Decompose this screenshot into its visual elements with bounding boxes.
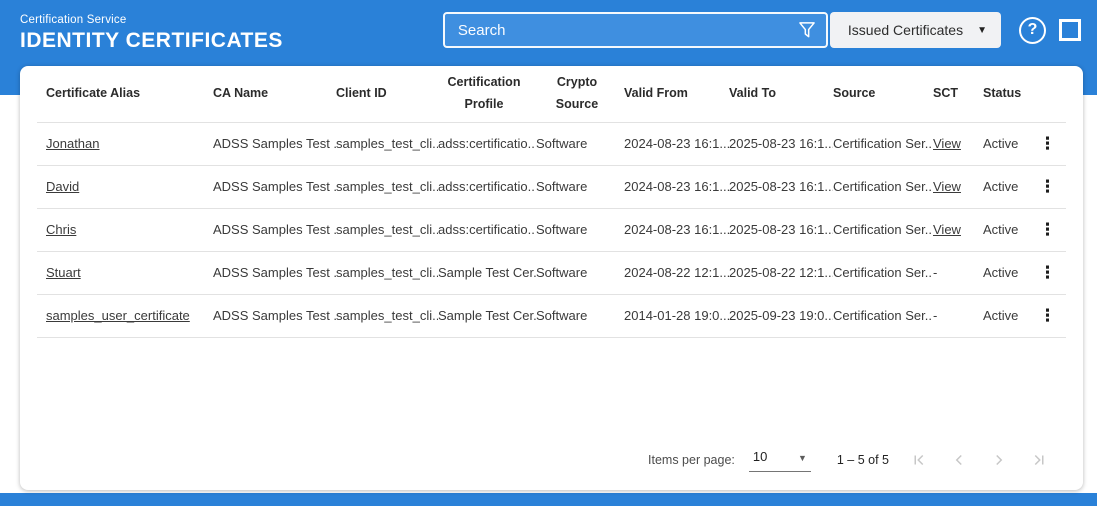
row-menu-button[interactable]: ⋮ <box>1039 220 1056 239</box>
table-row: samples_user_certificate ADSS Samples Tes… <box>37 294 1066 338</box>
cell-client_id: samples_test_cli... <box>336 308 438 323</box>
cell-crypto: Software <box>536 136 588 151</box>
cell-status: Active <box>983 222 1019 237</box>
column-header-valid_to: Valid To <box>729 66 833 123</box>
cell-client_id: samples_test_cli... <box>336 265 438 280</box>
certificates-table: Certificate Alias CA Name Client ID Certifi… <box>37 66 1066 338</box>
cell-sct: - <box>933 265 938 280</box>
search-input[interactable] <box>444 14 826 46</box>
table-row: Jonathan ADSS Samples Test ... samples_tes… <box>37 122 1066 166</box>
cell-ca_name: ADSS Samples Test ... <box>213 179 336 194</box>
last-page-button[interactable] <box>1019 448 1059 472</box>
certificates-card: Certificate Alias CA Name Client ID Certifi… <box>20 66 1083 490</box>
footer-accent-bar <box>0 493 1097 506</box>
certificate-alias-link[interactable]: Jonathan <box>46 136 100 151</box>
column-header-profile: Certification Profile <box>438 66 536 123</box>
cell-ca_name: ADSS Samples Test ... <box>213 265 336 280</box>
certificate-alias-link[interactable]: Chris <box>46 222 76 237</box>
page-range-label: 1 – 5 of 5 <box>836 453 889 467</box>
sct-view-link[interactable]: View <box>933 136 961 151</box>
paginator: Items per page: 10 ▼ 1 – 5 of 5 <box>648 448 1059 472</box>
cell-ca_name: ADSS Samples Test ... <box>213 136 336 151</box>
column-header-status: Status <box>983 66 1039 123</box>
header-titles: Certification Service IDENTITY CERTIFICA… <box>20 12 283 53</box>
cell-valid_from: 2024-08-23 16:1... <box>624 136 729 151</box>
cell-valid_from: 2014-01-28 19:0... <box>624 308 729 323</box>
cell-valid_from: 2024-08-22 12:1... <box>624 265 729 280</box>
cell-crypto: Software <box>536 265 588 280</box>
cell-profile: adss:certificatio... <box>438 136 536 151</box>
column-header-valid_from: Valid From <box>624 66 729 123</box>
column-header-alias: Certificate Alias <box>37 66 213 123</box>
sct-view-link[interactable]: View <box>933 179 961 194</box>
sct-view-link[interactable]: View <box>933 222 961 237</box>
cell-valid_to: 2025-08-23 16:1... <box>729 179 833 194</box>
window-icon[interactable] <box>1059 19 1081 41</box>
column-header-crypto: Crypto Source <box>536 66 624 123</box>
cell-source: Certification Ser... <box>833 136 933 151</box>
next-page-button[interactable] <box>979 448 1019 472</box>
service-label: Certification Service <box>20 14 127 26</box>
cell-client_id: samples_test_cli... <box>336 136 438 151</box>
cell-status: Active <box>983 308 1019 323</box>
cell-sct: - <box>933 308 938 323</box>
row-menu-button[interactable]: ⋮ <box>1039 134 1056 153</box>
previous-page-button[interactable] <box>939 448 979 472</box>
items-per-page-select[interactable]: 10 ▼ <box>748 448 811 472</box>
cell-source: Certification Ser... <box>833 308 933 323</box>
table-header-row: Certificate Alias CA Name Client ID Certifi… <box>37 66 1066 123</box>
cell-valid_to: 2025-08-23 16:1... <box>729 222 833 237</box>
cell-status: Active <box>983 136 1019 151</box>
row-menu-button[interactable]: ⋮ <box>1039 177 1056 196</box>
cell-valid_to: 2025-09-23 19:0... <box>729 308 833 323</box>
cell-profile: Sample Test Cer... <box>438 265 536 280</box>
help-icon[interactable]: ? <box>1019 16 1046 44</box>
cell-valid_to: 2025-08-23 16:1... <box>729 136 833 151</box>
row-menu-button[interactable]: ⋮ <box>1039 263 1056 282</box>
first-page-button[interactable] <box>899 448 939 472</box>
column-header-ca_name: CA Name <box>213 66 336 123</box>
cell-profile: adss:certificatio... <box>438 179 536 194</box>
cell-ca_name: ADSS Samples Test ... <box>213 308 336 323</box>
certificate-alias-link[interactable]: David <box>46 179 79 194</box>
cell-crypto: Software <box>536 222 588 237</box>
certificate-type-dropdown[interactable]: Issued Certificates ▼ <box>829 12 1001 48</box>
cell-source: Certification Ser... <box>833 179 933 194</box>
cell-client_id: samples_test_cli... <box>336 222 438 237</box>
cell-crypto: Software <box>536 179 588 194</box>
cell-valid_to: 2025-08-22 12:1... <box>729 265 833 280</box>
cell-status: Active <box>983 179 1019 194</box>
search-box[interactable] <box>442 12 828 48</box>
cell-profile: adss:certificatio... <box>438 222 536 237</box>
items-per-page-label: Items per page: <box>648 453 735 467</box>
cell-source: Certification Ser... <box>833 222 933 237</box>
table-row: Stuart ADSS Samples Test ... samples_test_… <box>37 251 1066 295</box>
column-header-source: Source <box>833 66 933 123</box>
cell-valid_from: 2024-08-23 16:1... <box>624 179 729 194</box>
chevron-down-icon: ▼ <box>977 24 987 36</box>
cell-crypto: Software <box>536 308 588 323</box>
cell-client_id: samples_test_cli... <box>336 179 438 194</box>
items-per-page-value: 10 <box>752 448 768 464</box>
cell-valid_from: 2024-08-23 16:1... <box>624 222 729 237</box>
cell-source: Certification Ser... <box>833 265 933 280</box>
certificate-alias-link[interactable]: Stuart <box>46 265 81 280</box>
cell-status: Active <box>983 265 1019 280</box>
table-row: Chris ADSS Samples Test ... samples_test_c… <box>37 208 1066 252</box>
certificate-type-value: Issued Certificates <box>847 22 964 38</box>
page-title: IDENTITY CERTIFICATES <box>20 29 283 52</box>
row-menu-button[interactable]: ⋮ <box>1039 306 1056 325</box>
cell-ca_name: ADSS Samples Test ... <box>213 222 336 237</box>
filter-funnel-icon[interactable] <box>797 20 817 40</box>
column-header-menu <box>1039 66 1066 123</box>
certificate-alias-link[interactable]: samples_user_certificate <box>46 308 190 323</box>
table-row: David ADSS Samples Test ... samples_test_c… <box>37 165 1066 209</box>
chevron-down-icon: ▼ <box>797 452 807 463</box>
column-header-client_id: Client ID <box>336 66 438 123</box>
column-header-sct: SCT <box>933 66 983 123</box>
cell-profile: Sample Test Cer... <box>438 308 536 323</box>
